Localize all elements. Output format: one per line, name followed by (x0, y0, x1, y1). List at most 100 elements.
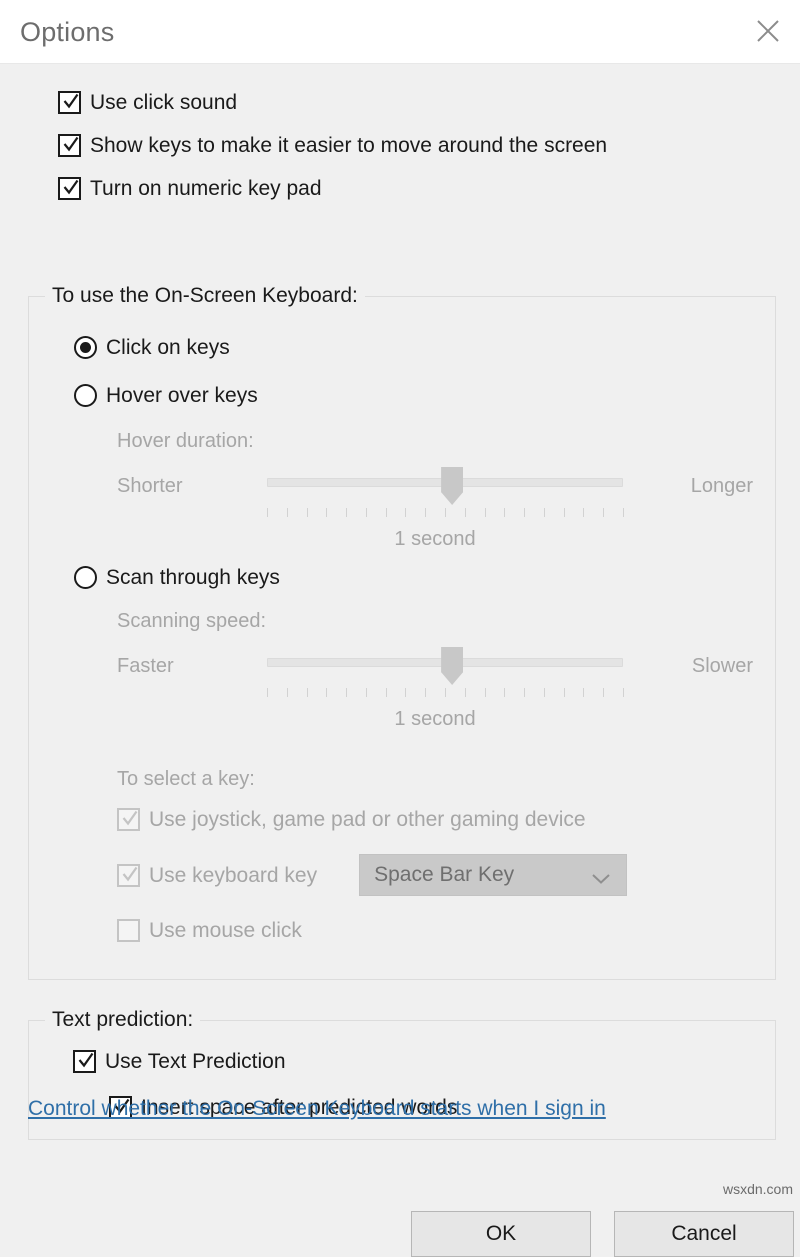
hover-slider-max-label: Longer (690, 475, 753, 497)
chevron-down-icon (592, 871, 610, 889)
startup-control-link[interactable]: Control whether the On-Screen Keyboard s… (28, 1096, 606, 1122)
tick-mark (405, 508, 407, 517)
checkbox-box (117, 919, 140, 942)
tick-mark (385, 508, 387, 517)
radio-label: Scan through keys (106, 566, 280, 589)
hover-duration-slider-block: Hover duration: Shorter Longer 1 second (117, 429, 753, 551)
select-key-block: To select a key: Use joystick, game pad … (117, 767, 757, 965)
close-button[interactable] (744, 8, 792, 54)
scanning-speed-slider[interactable] (267, 647, 623, 685)
tick-mark (306, 508, 308, 517)
group-on-screen-keyboard: To use the On-Screen Keyboard: Click on … (28, 283, 776, 980)
checkbox-label: Use Text Prediction (105, 1050, 286, 1073)
keyboard-key-dropdown[interactable]: Space Bar Key (359, 854, 628, 896)
tick-mark (504, 688, 506, 697)
tick-mark (326, 508, 328, 517)
check-icon (63, 178, 79, 197)
radio-dot (80, 342, 91, 353)
checkbox-numeric-keypad[interactable]: Turn on numeric key pad (58, 176, 607, 201)
radio-click-on-keys[interactable]: Click on keys (74, 335, 230, 360)
checkbox-box (58, 177, 81, 200)
tick-mark (267, 508, 268, 517)
checkbox-box (117, 808, 140, 831)
checkbox-box (58, 134, 81, 157)
tick-mark (306, 688, 308, 697)
check-icon (63, 135, 79, 154)
select-key-caption: To select a key: (117, 768, 255, 790)
checkbox-label: Use keyboard key (149, 863, 318, 887)
radio-scan-through-keys[interactable]: Scan through keys (74, 565, 280, 590)
group-text-prediction: Text prediction: Use Text Prediction Ins… (28, 1007, 776, 1140)
cancel-button[interactable]: Cancel (614, 1211, 794, 1257)
hover-duration-caption: Hover duration: (117, 430, 254, 452)
check-icon (122, 865, 138, 884)
watermark: wsxdn.com (722, 1181, 793, 1197)
scanning-speed-slider-block: Scanning speed: Faster Slower 1 second (117, 609, 753, 731)
tick-mark (563, 688, 565, 697)
radio-circle (74, 566, 97, 589)
radio-label: Click on keys (106, 336, 230, 359)
close-icon (755, 18, 781, 44)
tick-mark (563, 508, 565, 517)
scan-slider-max-label: Slower (691, 655, 753, 677)
top-options-list: Use click sound Show keys to make it eas… (58, 90, 607, 219)
tick-mark (405, 688, 407, 697)
slider-tick-marks (267, 505, 624, 519)
scan-slider-min-label: Faster (117, 655, 174, 677)
tick-mark (524, 508, 526, 517)
tick-mark (484, 508, 486, 517)
checkbox-box (73, 1050, 96, 1073)
tick-mark (583, 688, 585, 697)
tick-mark (603, 688, 605, 697)
checkbox-use-click-sound[interactable]: Use click sound (58, 90, 607, 115)
tick-mark (543, 508, 545, 517)
hover-slider-min-label: Shorter (117, 475, 183, 497)
scanning-speed-slider-row: Faster Slower (117, 647, 753, 697)
checkbox-use-keyboard-key-row[interactable]: Use keyboard key Space Bar Key (117, 854, 757, 896)
slider-tick-marks (267, 685, 624, 699)
dialog-body: Use click sound Show keys to make it eas… (0, 64, 800, 1257)
checkbox-use-text-prediction[interactable]: Use Text Prediction (73, 1049, 286, 1074)
tick-mark (365, 508, 367, 517)
group-legend: To use the On-Screen Keyboard: (45, 283, 365, 309)
radio-hover-over-keys[interactable]: Hover over keys (74, 383, 258, 408)
tick-mark (524, 688, 526, 697)
radio-label: Hover over keys (106, 384, 258, 407)
checkbox-use-mouse-click[interactable]: Use mouse click (117, 918, 757, 943)
ok-button[interactable]: OK (411, 1211, 591, 1257)
tick-mark (445, 688, 446, 697)
checkbox-label: Show keys to make it easier to move arou… (90, 134, 608, 157)
tick-mark (623, 688, 624, 697)
slider-thumb[interactable] (441, 467, 464, 505)
checkbox-label: Use mouse click (149, 919, 302, 942)
tick-mark (484, 688, 486, 697)
hover-duration-slider[interactable] (267, 467, 623, 505)
check-icon (78, 1051, 94, 1070)
checkbox-use-joystick[interactable]: Use joystick, game pad or other gaming d… (117, 807, 757, 832)
checkbox-label: Use click sound (90, 91, 238, 114)
checkbox-box (58, 91, 81, 114)
hover-duration-value: 1 second (394, 528, 476, 550)
tick-mark (365, 688, 367, 697)
check-icon (63, 92, 79, 111)
group-legend: Text prediction: (45, 1007, 201, 1033)
tick-mark (425, 508, 427, 517)
tick-mark (583, 508, 585, 517)
tick-mark (464, 688, 466, 697)
tick-mark (346, 688, 348, 697)
checkbox-label: Use joystick, game pad or other gaming d… (149, 808, 586, 831)
tick-mark (385, 688, 387, 697)
tick-mark (543, 688, 545, 697)
scanning-speed-caption: Scanning speed: (117, 610, 267, 632)
tick-mark (286, 508, 288, 517)
title-bar: Options (0, 0, 800, 64)
check-icon (122, 809, 138, 828)
scanning-speed-value: 1 second (394, 708, 476, 730)
tick-mark (504, 508, 506, 517)
radio-circle (74, 384, 97, 407)
tick-mark (286, 688, 288, 697)
checkbox-box (117, 863, 140, 887)
tick-mark (326, 688, 328, 697)
slider-thumb[interactable] (441, 647, 464, 685)
checkbox-show-keys[interactable]: Show keys to make it easier to move arou… (58, 133, 607, 158)
